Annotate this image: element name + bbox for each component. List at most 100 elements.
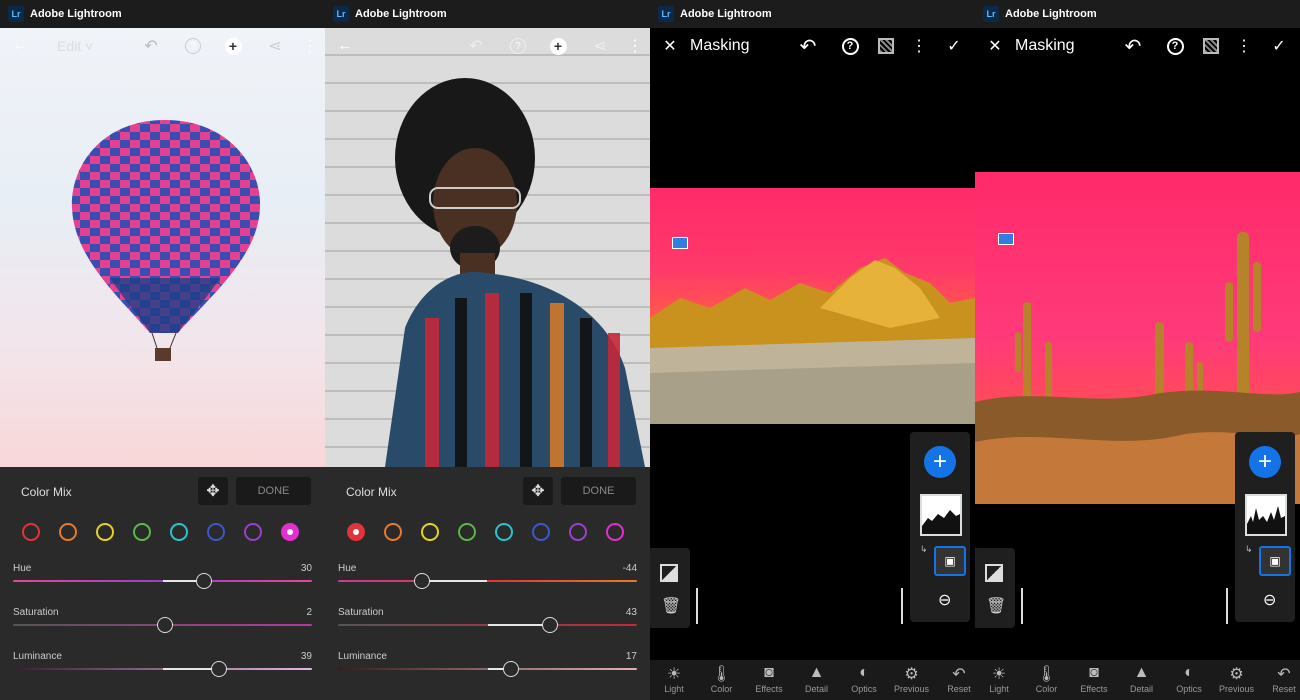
tool-color[interactable]: 🌡 Color	[1025, 664, 1069, 694]
tool-light[interactable]: ☀ Light	[652, 664, 696, 694]
sub-mask-thumbnail[interactable]: ▣	[934, 546, 966, 576]
tool-label: Previous	[893, 684, 929, 694]
edit-toolbar: ← Edit ˅ ↶ ? + ⋖ ⋮	[0, 28, 325, 64]
tool-optics[interactable]: ◐ Optics	[842, 664, 886, 694]
color-swatch[interactable]	[133, 523, 151, 541]
subtract-add-mask-icon[interactable]: ⊖	[938, 590, 960, 612]
check-icon[interactable]: ✓	[1269, 36, 1289, 56]
color-swatch[interactable]	[421, 523, 439, 541]
tool-color[interactable]: 🌡 Color	[700, 664, 744, 694]
undo-icon[interactable]: ↶	[1123, 36, 1143, 58]
tool-reset[interactable]: ↶ Reset	[1262, 664, 1300, 694]
slider-thumb[interactable]	[542, 617, 559, 633]
slider-thumb[interactable]	[157, 617, 174, 633]
color-swatch[interactable]	[244, 523, 262, 541]
masking-title: Masking	[690, 37, 750, 54]
color-swatch[interactable]	[458, 523, 476, 541]
subtract-add-mask-icon[interactable]: ⊖	[1263, 590, 1285, 612]
target-adjust-button[interactable]: ✥	[198, 477, 228, 505]
color-swatch[interactable]	[384, 523, 402, 541]
tool-label: Reset	[947, 684, 971, 694]
add-icon[interactable]: +	[548, 36, 568, 56]
luminance-slider[interactable]: Luminance 17	[338, 651, 637, 691]
color-swatch[interactable]	[170, 523, 188, 541]
delete-icon[interactable]: 🗑	[661, 596, 681, 616]
help-icon[interactable]: ?	[183, 36, 203, 56]
help-icon[interactable]: ?	[1165, 36, 1185, 56]
add-mask-button[interactable]: +	[1249, 446, 1281, 478]
color-swatch[interactable]	[22, 523, 40, 541]
more-icon[interactable]: ⋮	[300, 36, 320, 56]
more-icon[interactable]: ⋮	[625, 36, 645, 56]
detail-icon: ▲	[1133, 664, 1150, 681]
more-icon[interactable]: ⋮	[1234, 36, 1254, 56]
slider-thumb[interactable]	[413, 573, 430, 589]
close-icon[interactable]: ✕	[985, 36, 1005, 56]
slider-thumb[interactable]	[211, 661, 228, 677]
tool-detail[interactable]: ▲ Detail	[795, 664, 839, 694]
saturation-slider[interactable]: Saturation 43	[338, 607, 637, 647]
color-swatch[interactable]	[532, 523, 550, 541]
more-icon[interactable]: ⋮	[909, 36, 929, 56]
done-button[interactable]: DONE	[561, 477, 636, 505]
edit-mode-dropdown[interactable]: Edit ˅	[382, 38, 418, 54]
tool-light[interactable]: ☀ Light	[977, 664, 1021, 694]
color-swatch[interactable]	[96, 523, 114, 541]
color-swatch[interactable]	[347, 523, 365, 541]
hue-slider[interactable]: Hue 30	[13, 563, 312, 603]
balloon-image	[71, 120, 261, 361]
slider-thumb[interactable]	[503, 661, 520, 677]
rocks-image	[650, 258, 975, 424]
sub-mask-thumbnail[interactable]: ▣	[1259, 546, 1291, 576]
tool-label: Effects	[1080, 684, 1108, 694]
share-icon[interactable]: ⋖	[590, 36, 610, 56]
back-arrow-icon[interactable]: ←	[335, 36, 355, 56]
tool-optics[interactable]: ◐ Optics	[1167, 664, 1211, 694]
edit-mode-dropdown[interactable]: Edit ˅	[57, 38, 93, 54]
color-swatch[interactable]	[281, 523, 299, 541]
app-title: Adobe Lightroom	[30, 8, 122, 20]
previous-icon: ⚙	[904, 666, 919, 683]
color-swatch[interactable]	[495, 523, 513, 541]
saturation-slider[interactable]: Saturation 2	[13, 607, 312, 647]
target-adjust-button[interactable]: ✥	[523, 477, 553, 505]
overlay-toggle-icon[interactable]	[876, 36, 896, 56]
undo-icon[interactable]: ↶	[466, 36, 486, 56]
undo-icon[interactable]: ↶	[798, 36, 818, 58]
add-mask-button[interactable]: +	[924, 446, 956, 478]
color-swatch[interactable]	[59, 523, 77, 541]
mask-thumbnail[interactable]	[920, 494, 962, 536]
bottom-toolbar: ☀ Light 🌡 Color ◙ Effects ▲ Detail ◐ Optics ⚙ Previ…	[975, 660, 1300, 700]
hue-slider[interactable]: Hue -44	[338, 563, 637, 603]
tool-detail[interactable]: ▲ Detail	[1120, 664, 1164, 694]
invert-mask-icon[interactable]	[660, 564, 678, 582]
add-icon[interactable]: +	[223, 36, 243, 56]
slider-thumb[interactable]	[196, 573, 213, 589]
color-swatch[interactable]	[569, 523, 587, 541]
help-icon[interactable]: ?	[508, 36, 528, 56]
color-swatch[interactable]	[606, 523, 624, 541]
tool-previous[interactable]: ⚙ Previous	[890, 664, 934, 694]
done-button[interactable]: DONE	[236, 477, 311, 505]
tool-previous[interactable]: ⚙ Previous	[1215, 664, 1259, 694]
tool-label: Optics	[851, 684, 877, 694]
detail-icon: ▲	[808, 664, 825, 681]
color-swatch[interactable]	[207, 523, 225, 541]
help-icon[interactable]: ?	[840, 36, 860, 56]
share-icon[interactable]: ⋖	[265, 36, 285, 56]
slider-label: Luminance	[13, 651, 62, 662]
check-icon[interactable]: ✓	[944, 36, 964, 56]
close-icon[interactable]: ✕	[660, 36, 680, 56]
luminance-slider[interactable]: Luminance 39	[13, 651, 312, 691]
delete-icon[interactable]: 🗑	[986, 596, 1006, 616]
back-arrow-icon[interactable]: ←	[10, 36, 30, 56]
slider-fill	[421, 580, 488, 582]
undo-icon[interactable]: ↶	[141, 36, 161, 56]
invert-mask-icon[interactable]	[985, 564, 1003, 582]
overlay-toggle-icon[interactable]	[1201, 36, 1221, 56]
tool-reset[interactable]: ↶ Reset	[937, 664, 975, 694]
tool-effects[interactable]: ◙ Effects	[1072, 664, 1116, 694]
tool-label: Previous	[1218, 684, 1254, 694]
tool-effects[interactable]: ◙ Effects	[747, 664, 791, 694]
mask-thumbnail[interactable]	[1245, 494, 1287, 536]
